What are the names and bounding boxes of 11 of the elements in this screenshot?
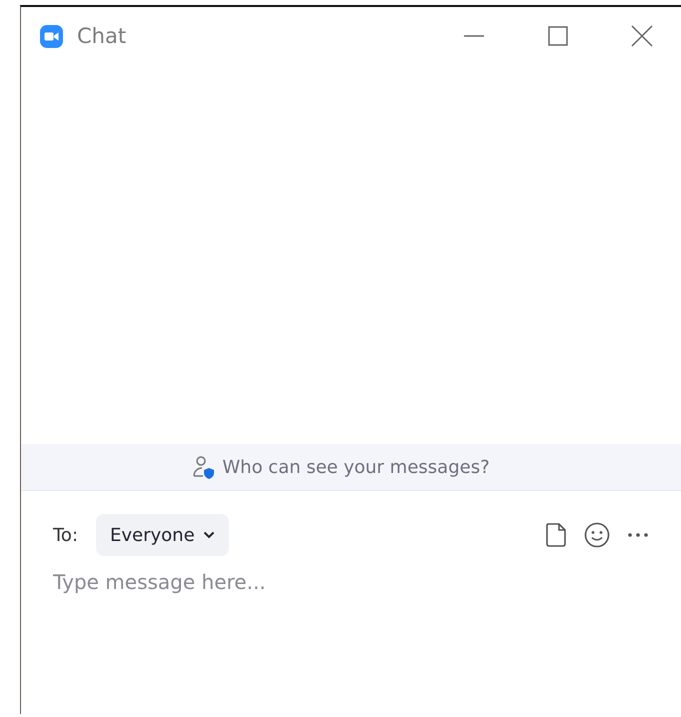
privacy-banner[interactable]: Who can see your messages?	[21, 444, 681, 491]
person-shield-icon	[192, 455, 216, 479]
emoji-icon[interactable]	[584, 522, 610, 548]
to-label: To:	[53, 524, 78, 546]
video-camera-icon	[40, 24, 63, 48]
recipient-dropdown[interactable]: Everyone	[96, 514, 229, 556]
chevron-down-icon	[202, 531, 215, 539]
window-title: Chat	[77, 24, 126, 48]
message-input[interactable]: Type message here...	[53, 570, 453, 594]
file-icon[interactable]	[545, 522, 567, 548]
more-icon[interactable]	[627, 532, 649, 538]
